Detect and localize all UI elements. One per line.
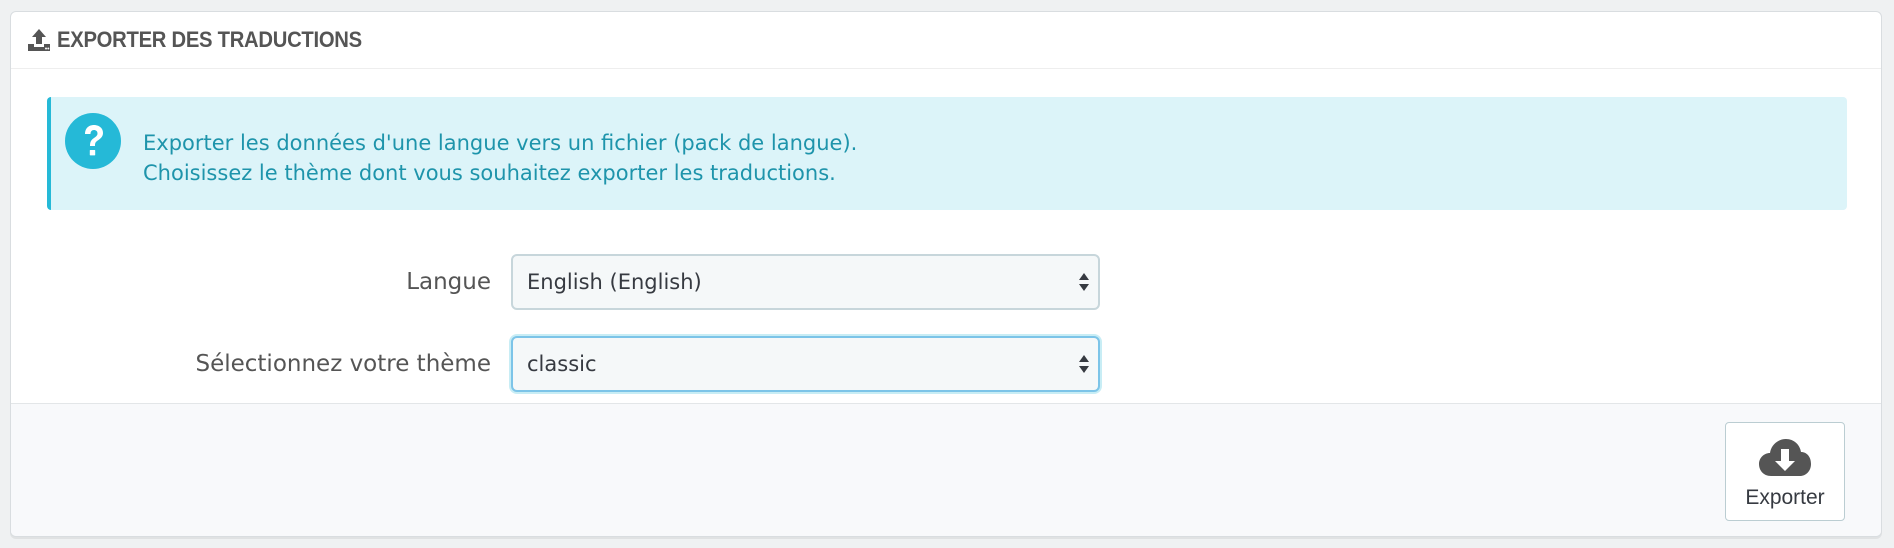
- upload-icon: [25, 26, 53, 54]
- select-arrows-icon: [1078, 270, 1090, 294]
- export-translations-panel: EXPORTER DES TRADUCTIONS Exporter les do…: [10, 11, 1882, 537]
- select-arrows-icon: [1078, 352, 1090, 376]
- language-row: Langue English (English): [11, 253, 1881, 311]
- language-select-value: English (English): [527, 270, 702, 294]
- info-alert: Exporter les données d'une langue vers u…: [47, 97, 1847, 210]
- language-select[interactable]: English (English): [511, 254, 1100, 310]
- panel-footer: Exporter: [11, 403, 1881, 536]
- panel-heading: EXPORTER DES TRADUCTIONS: [11, 12, 1881, 69]
- theme-select-value: classic: [527, 352, 597, 376]
- export-button[interactable]: Exporter: [1725, 422, 1845, 521]
- theme-label: Sélectionnez votre thème: [195, 351, 491, 377]
- alert-text: Exporter les données d'une langue vers u…: [143, 128, 857, 188]
- theme-row: Sélectionnez votre thème classic: [11, 335, 1881, 393]
- question-circle-icon: [65, 113, 121, 169]
- language-label: Langue: [406, 269, 491, 295]
- theme-select[interactable]: classic: [511, 336, 1100, 392]
- cloud-download-icon: [1757, 436, 1813, 480]
- panel-title: EXPORTER DES TRADUCTIONS: [57, 27, 362, 52]
- export-button-label: Exporter: [1745, 486, 1825, 509]
- alert-line-1: Exporter les données d'une langue vers u…: [143, 131, 858, 155]
- alert-line-2: Choisissez le thème dont vous souhaitez …: [143, 161, 836, 185]
